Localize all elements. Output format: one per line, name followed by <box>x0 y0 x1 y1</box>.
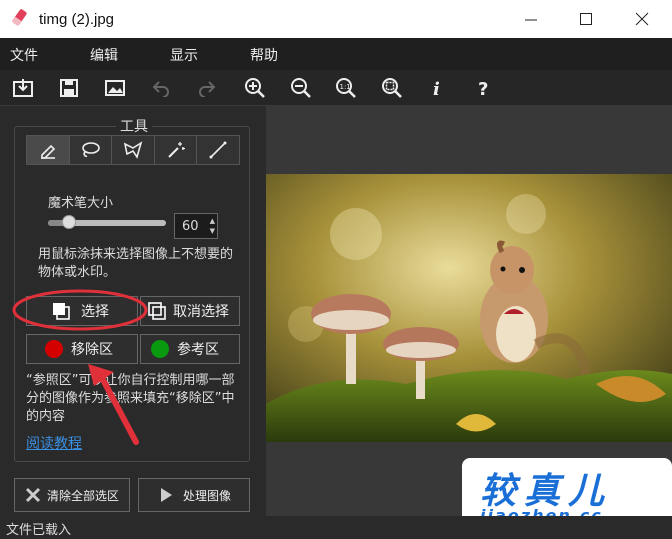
brush-size-value: 60 <box>182 218 199 234</box>
image-icon[interactable] <box>103 76 127 100</box>
brush-icon <box>40 144 55 159</box>
zoom-out-icon[interactable] <box>289 76 313 100</box>
clear-all-selection-button[interactable]: 清除全部选区 <box>14 478 130 512</box>
remove-area-dot <box>45 340 63 358</box>
annotation-arrow <box>88 364 139 445</box>
menu-view[interactable]: 显示 <box>170 45 198 65</box>
deselect-icon <box>148 302 166 320</box>
open-icon[interactable] <box>11 76 35 100</box>
toolbar: 1:1 i ? <box>0 70 672 106</box>
minimize-icon <box>525 19 537 21</box>
tutorial-link[interactable]: 阅读教程 <box>26 433 82 453</box>
magic-wand-tool[interactable] <box>155 136 198 164</box>
svg-text:?: ? <box>478 79 488 98</box>
actual-size-icon[interactable]: 1:1 <box>334 76 358 100</box>
minimize-button[interactable] <box>503 0 559 38</box>
annotation-ellipse <box>12 289 148 331</box>
brush-tool[interactable] <box>27 136 70 164</box>
save-icon[interactable] <box>57 76 81 100</box>
status-text: 文件已载入 <box>6 523 72 538</box>
line-icon <box>209 141 227 159</box>
polygon-lasso-icon <box>123 141 143 159</box>
zoom-in-icon[interactable] <box>243 76 267 100</box>
reference-area-button[interactable]: 参考区 <box>140 334 240 364</box>
brush-size-spinbox[interactable]: 60 ▲ ▼ <box>174 213 218 239</box>
line-tool[interactable] <box>197 136 239 164</box>
menu-file[interactable]: 文件 <box>10 45 38 65</box>
close-button[interactable] <box>614 0 670 38</box>
spin-arrows-icon[interactable]: ▲ ▼ <box>210 216 215 236</box>
help-icon[interactable]: ? <box>472 76 496 100</box>
reference-area-label: 参考区 <box>177 342 219 358</box>
process-image-label: 处理图像 <box>183 488 232 503</box>
menu-help[interactable]: 帮助 <box>250 45 278 65</box>
lasso-tool[interactable] <box>70 136 113 164</box>
tools-panel: 工具 魔术笔大小 60 ▲ ▼ 用鼠标涂抹来选择图像上不想要的物体或水印。 选择 … <box>0 106 264 516</box>
title-bar: timg (2).jpg <box>0 0 672 38</box>
fit-icon[interactable] <box>380 76 404 100</box>
app-eraser-icon <box>12 9 27 26</box>
svg-text:i: i <box>433 79 440 98</box>
reference-area-dot <box>151 340 169 358</box>
tool-selector <box>26 135 240 165</box>
close-icon <box>635 12 649 26</box>
process-image-button[interactable]: 处理图像 <box>138 478 250 512</box>
play-icon <box>161 488 172 502</box>
deselect-button-label: 取消选择 <box>173 304 229 320</box>
maximize-icon <box>580 13 592 25</box>
svg-text:1:1: 1:1 <box>340 83 351 91</box>
magic-wand-icon <box>167 142 185 158</box>
status-bar: 文件已载入 <box>0 516 672 539</box>
lasso-icon <box>82 142 101 157</box>
polygon-lasso-tool[interactable] <box>112 136 155 164</box>
info-icon[interactable]: i <box>425 76 449 100</box>
preview-photo <box>266 174 672 442</box>
tools-group-title: 工具 <box>116 116 152 136</box>
instruction-text: 用鼠标涂抹来选择图像上不想要的物体或水印。 <box>38 247 234 280</box>
deselect-button[interactable]: 取消选择 <box>140 296 240 326</box>
menu-bar: 文件 编辑 显示 帮助 <box>0 38 672 70</box>
clear-icon <box>25 487 41 503</box>
redo-icon[interactable] <box>195 76 219 100</box>
brush-size-label: 魔术笔大小 <box>48 196 114 211</box>
undo-icon[interactable] <box>149 76 173 100</box>
menu-edit[interactable]: 编辑 <box>90 45 118 65</box>
maximize-button[interactable] <box>558 0 614 38</box>
remove-area-label: 移除区 <box>71 342 113 358</box>
image-preview[interactable] <box>266 174 672 442</box>
brush-size-slider-handle[interactable] <box>62 215 76 229</box>
clear-all-label: 清除全部选区 <box>47 488 120 503</box>
window-title: timg (2).jpg <box>39 10 115 28</box>
